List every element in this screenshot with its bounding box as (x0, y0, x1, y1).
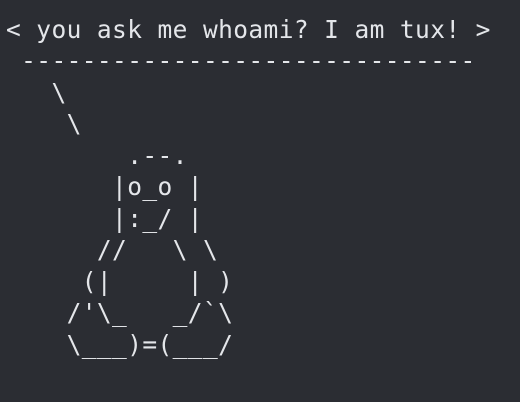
speech-bubble-text: < you ask me whoami? I am tux! > (6, 14, 491, 44)
speech-pointer-line-2: \ (6, 109, 82, 138)
tux-ascii-feet-top: /'\_ _/`\ (6, 298, 234, 327)
speech-bubble-bottom-border: ------------------------------ (6, 46, 476, 75)
tux-ascii-feet-bottom: \___)=(___/ (6, 329, 234, 359)
tux-ascii-body-top: // \ \ (6, 235, 219, 264)
speech-bubble-top-border: ------------------------------ (6, 0, 491, 14)
terminal-window[interactable]: ------------------------------< you ask … (0, 0, 520, 402)
terminal-output: ------------------------------< you ask … (0, 0, 491, 360)
tux-ascii-eyes: |o_o | (6, 172, 203, 201)
tux-ascii-head-top: .--. (6, 140, 188, 170)
speech-pointer-line-1: \ (6, 77, 67, 107)
tux-ascii-beak: |:_/ | (6, 203, 203, 233)
tux-ascii-body-middle: (| | ) (6, 266, 234, 296)
